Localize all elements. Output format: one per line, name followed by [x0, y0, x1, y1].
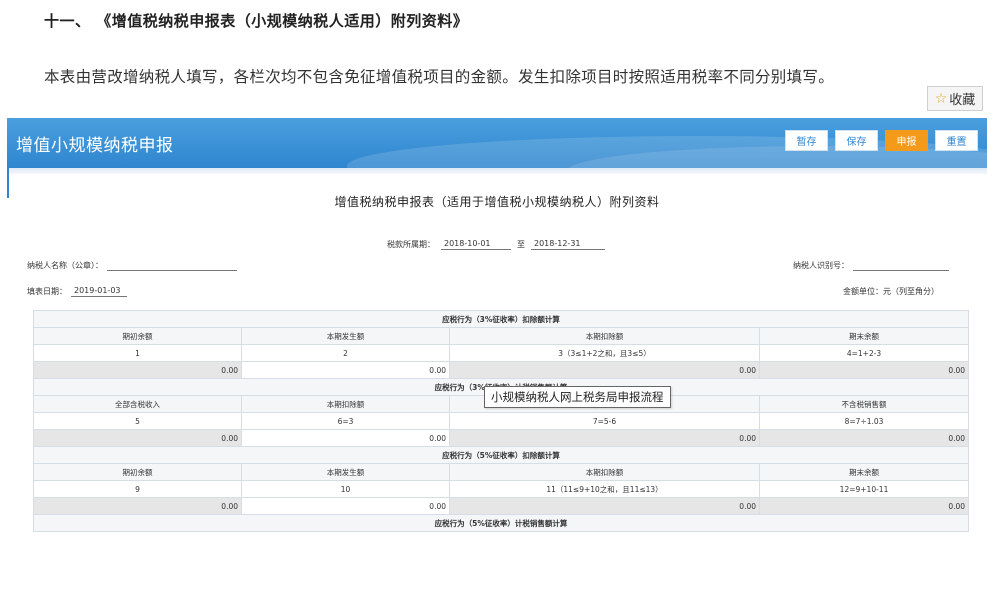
column-number: 1: [33, 344, 242, 362]
column-header-row: 期初余额 本期发生额 本期扣除额 期末余额: [33, 463, 970, 481]
column-header: 期初余额: [33, 327, 242, 345]
header-divider: [7, 168, 987, 174]
column-header: 本期扣除额: [241, 395, 450, 413]
section-header-row: 应税行为（5%征收率）计税销售额计算: [32, 514, 970, 532]
column-number-row: 1 2 3（3≤1+2之和，且3≤5） 4=1+2-3: [33, 344, 970, 362]
section-header-row: 应税行为（3%征收率）扣除额计算: [32, 310, 970, 328]
amount-cell: 0.00: [758, 429, 970, 447]
taxpayer-id-field[interactable]: [853, 260, 949, 271]
app-header: 增值小规模纳税申报 暂存 保存 申报 重置: [7, 118, 987, 168]
unit-label: 金额单位：元（列至角分）: [843, 287, 939, 296]
screenshot-frame: 增值小规模纳税申报 暂存 保存 申报 重置 增值税纳税申报表（适用于增值税小规模…: [7, 118, 987, 563]
column-header: 全部含税收入: [33, 395, 242, 413]
amount-cell: 0.00: [33, 497, 242, 515]
form-title: 增值税纳税申报表（适用于增值税小规模纳税人）附列资料: [334, 195, 660, 209]
hover-tooltip: 小规模纳税人网上税务局申报流程: [484, 386, 671, 408]
unit-note: 金额单位：元（列至角分）: [843, 286, 939, 297]
amount-input[interactable]: 0.00: [241, 429, 450, 447]
value-row: 0.00 0.00 0.00 0.00: [33, 429, 970, 447]
column-number-row: 9 10 11（11≤9+10之和，且11≤13） 12=9+10-11: [33, 480, 970, 498]
article-heading: 十一、 《增值税纳税申报表（小规模纳税人适用）附列资料》: [44, 12, 469, 30]
value-row: 0.00 0.00 0.00 0.00: [33, 361, 970, 379]
period-end-field[interactable]: 2018-12-31: [531, 239, 605, 250]
taxpayer-id-row: 纳税人识别号：: [793, 260, 949, 271]
column-number-row: 5 6=3 7=5-6 8=7÷1.03: [33, 412, 970, 430]
app-title: 增值小规模纳税申报: [16, 136, 174, 156]
column-number: 7=5-6: [449, 412, 760, 430]
column-header: 不含税销售额: [758, 395, 970, 413]
tax-period: 税款所属期： 2018-10-01 至 2018-12-31: [387, 239, 605, 250]
submit-button[interactable]: 申报: [885, 130, 928, 151]
amount-cell: 0.00: [33, 361, 242, 379]
amount-cell: 0.00: [33, 429, 242, 447]
article-paragraph: 本表由营改增纳税人填写，各栏次均不包含免征增值税项目的金额。发生扣除项目时按照适…: [44, 68, 835, 86]
column-header: 本期扣除额: [449, 463, 760, 481]
column-number: 8=7÷1.03: [758, 412, 970, 430]
column-number: 5: [33, 412, 242, 430]
amount-cell: 0.00: [449, 497, 760, 515]
period-to-label: 至: [517, 240, 525, 249]
amount-input[interactable]: 0.00: [241, 361, 450, 379]
section-title: 应税行为（5%征收率）计税销售额计算: [32, 514, 970, 532]
fill-date-row: 填表日期： 2019-01-03: [27, 286, 127, 297]
section-header-row: 应税行为（5%征收率）扣除额计算: [32, 446, 970, 464]
amount-cell: 0.00: [758, 497, 970, 515]
save-draft-button[interactable]: 暂存: [785, 130, 828, 151]
favorite-button[interactable]: ☆ 收藏: [927, 86, 983, 111]
section-title: 应税行为（3%征收率）扣除额计算: [32, 310, 970, 328]
period-label: 税款所属期：: [387, 240, 435, 249]
amount-input[interactable]: 0.00: [241, 497, 450, 515]
column-header: 本期发生额: [241, 463, 450, 481]
taxpayer-name-row: 纳税人名称（公章）：: [27, 260, 237, 271]
column-header: 期初余额: [33, 463, 242, 481]
save-button[interactable]: 保存: [835, 130, 878, 151]
column-number: 11（11≤9+10之和，且11≤13）: [449, 480, 760, 498]
section-title: 应税行为（5%征收率）扣除额计算: [32, 446, 970, 464]
period-start-field[interactable]: 2018-10-01: [441, 239, 511, 250]
column-number: 3（3≤1+2之和，且3≤5）: [449, 344, 760, 362]
fill-date-field[interactable]: 2019-01-03: [71, 286, 127, 297]
amount-cell: 0.00: [758, 361, 970, 379]
column-number: 12=9+10-11: [758, 480, 970, 498]
column-number: 4=1+2-3: [758, 344, 970, 362]
reset-button[interactable]: 重置: [935, 130, 978, 151]
column-header-row: 期初余额 本期发生额 本期扣除额 期末余额: [33, 327, 970, 345]
star-outline-icon: ☆: [934, 90, 948, 107]
column-header: 本期发生额: [241, 327, 450, 345]
column-number: 9: [33, 480, 242, 498]
column-header: 期末余额: [758, 327, 970, 345]
favorite-label: 收藏: [949, 93, 976, 108]
column-number: 2: [241, 344, 450, 362]
value-row: 0.00 0.00 0.00 0.00: [33, 497, 970, 515]
taxpayer-name-label: 纳税人名称（公章）：: [27, 261, 103, 270]
amount-cell: 0.00: [449, 429, 760, 447]
fill-date-label: 填表日期：: [27, 287, 67, 296]
column-header: 期末余额: [758, 463, 970, 481]
deduction-table: 应税行为（3%征收率）扣除额计算 期初余额 本期发生额 本期扣除额 期末余额 1…: [32, 310, 970, 532]
taxpayer-name-field[interactable]: [107, 260, 237, 271]
taxpayer-id-label: 纳税人识别号：: [793, 261, 849, 270]
column-number: 6=3: [241, 412, 450, 430]
column-number: 10: [241, 480, 450, 498]
column-header: 本期扣除额: [449, 327, 760, 345]
amount-cell: 0.00: [449, 361, 760, 379]
